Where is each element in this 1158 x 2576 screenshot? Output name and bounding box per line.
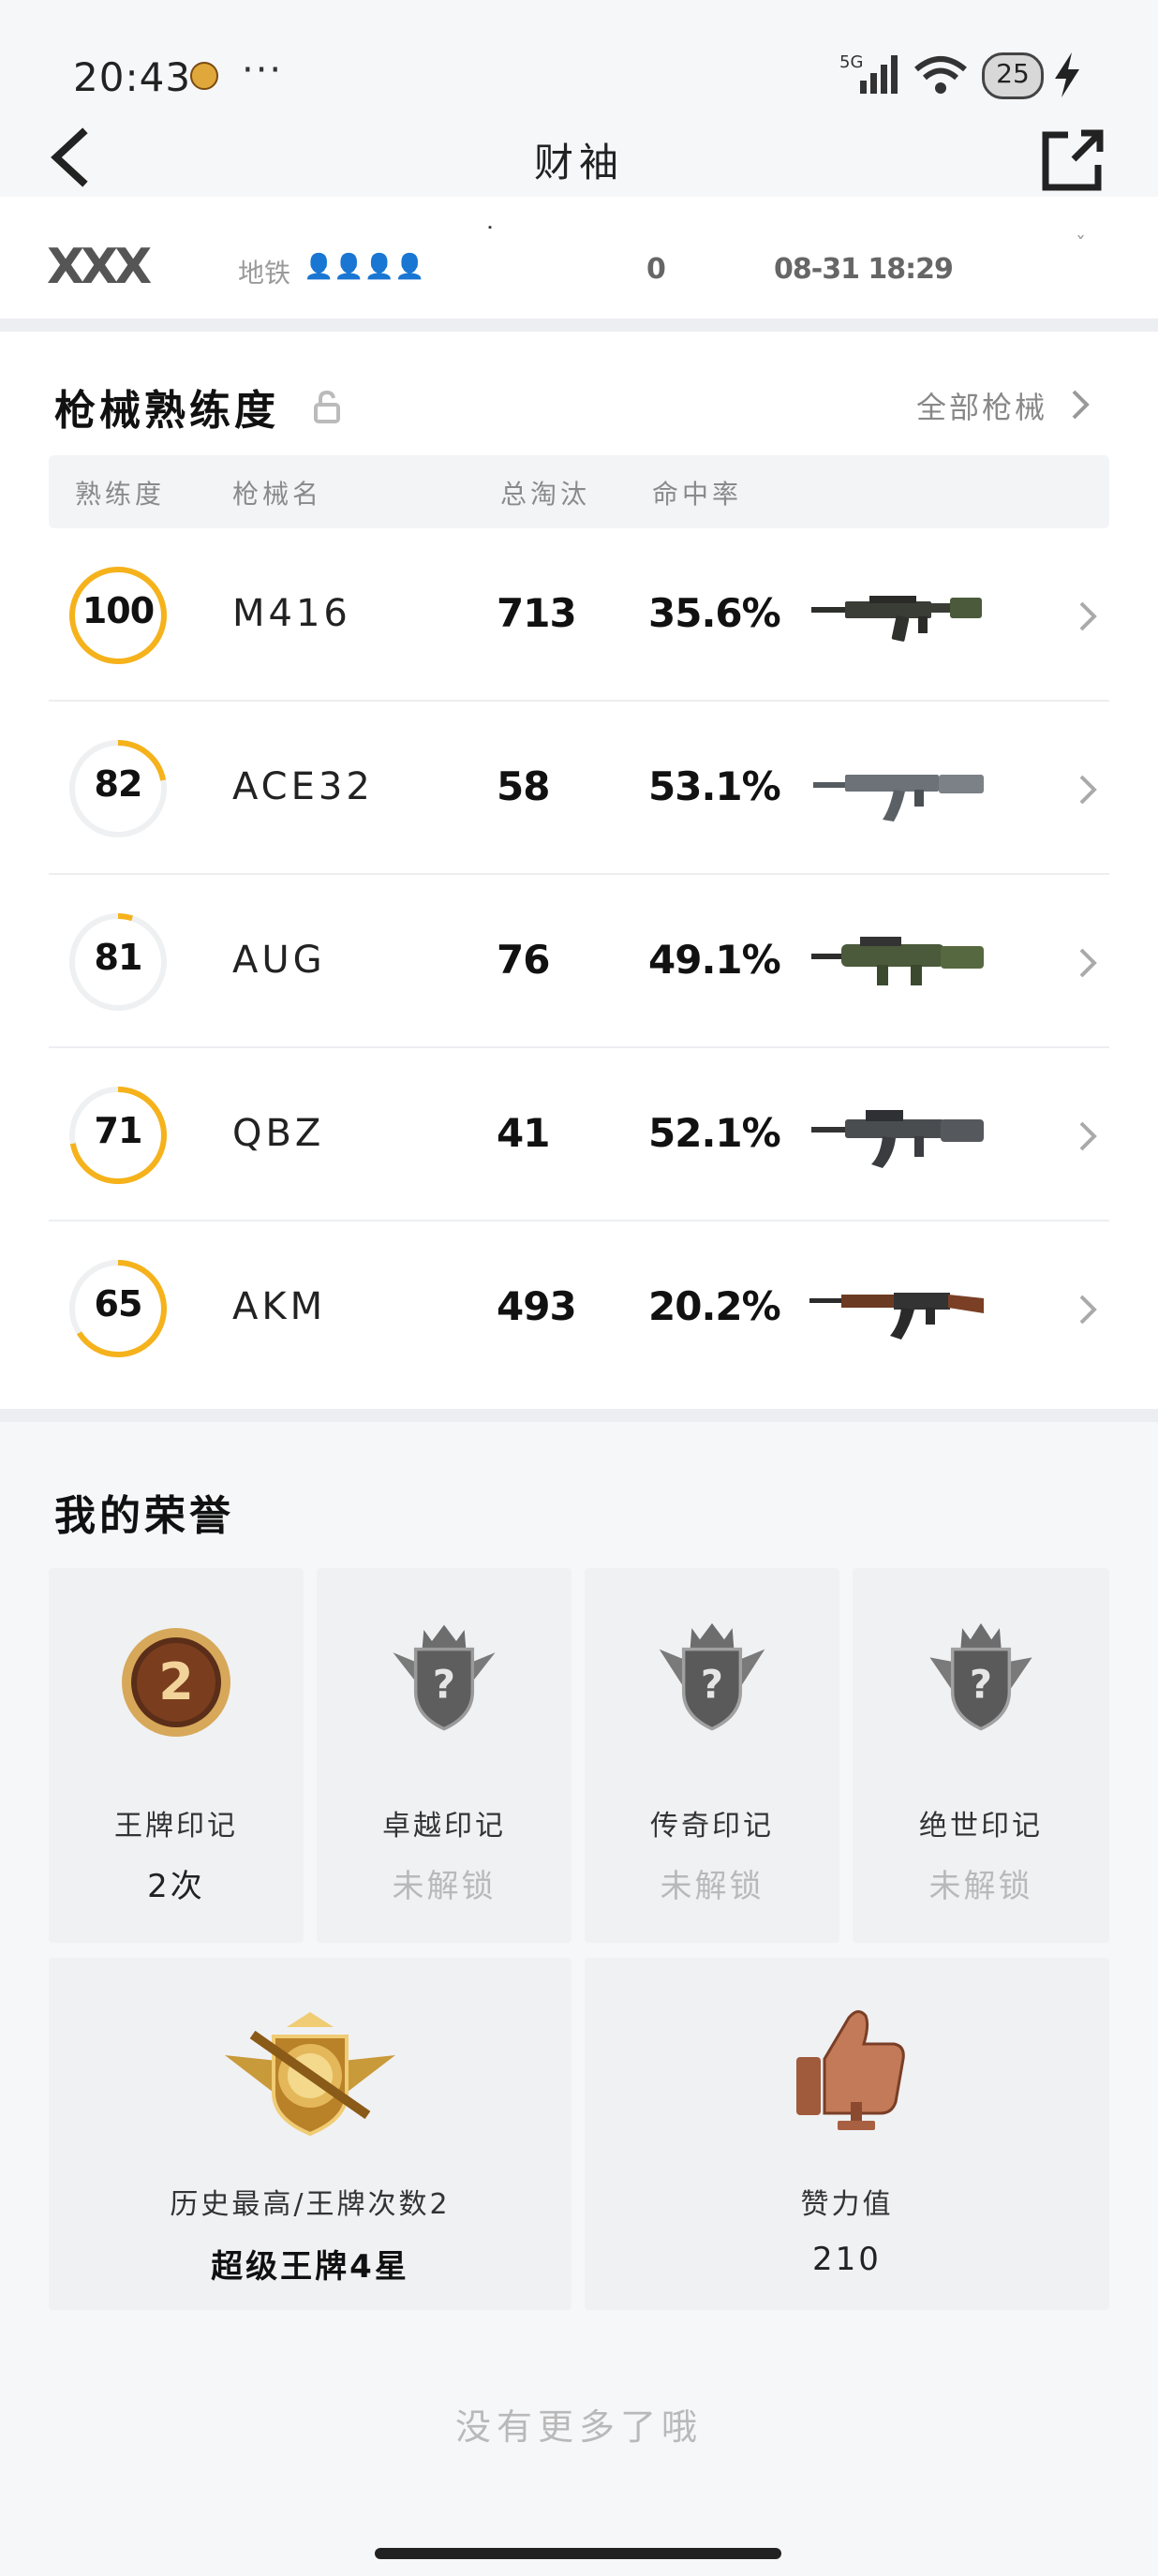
mark-value: 未解锁 [660, 1868, 765, 1905]
proficiency-value: 81 [94, 937, 143, 978]
weapon-row[interactable]: 65 AKM 493 20.2% [49, 1221, 1109, 1395]
m416-rifle-icon [811, 596, 982, 642]
weapon-name: QBZ [232, 1112, 325, 1155]
more-notifications-icon: ··· [242, 49, 284, 92]
badge-number: ? [701, 1662, 723, 1708]
section-divider [0, 1409, 1158, 1422]
weapon-kills: 493 [497, 1283, 577, 1329]
weapon-name: AKM [232, 1285, 327, 1328]
match-time: 08-31 18:29 [774, 253, 954, 286]
proficiency-value: 71 [94, 1110, 143, 1151]
signal-icon [860, 55, 898, 94]
chevron-right-icon[interactable] [1077, 1119, 1098, 1153]
match-record-row[interactable]: XXX 地铁 👤👤👤👤 ˙ 0 08-31 18:29 ˇ [0, 197, 1158, 318]
highest-rank-value: 超级王牌4星 [211, 2248, 409, 2286]
all-weapons-link[interactable]: 全部枪械 [916, 384, 1047, 427]
honor-card-highest-rank[interactable]: 历史最高/王牌次数2 超级王牌4星 [49, 1958, 572, 2310]
share-icon[interactable] [1040, 127, 1106, 193]
weapon-row[interactable]: 100 M416 713 35.6% [49, 528, 1109, 702]
badge-number: ? [433, 1662, 455, 1708]
charging-bolt-icon [1055, 52, 1079, 97]
mark-value: 未解锁 [928, 1868, 1033, 1905]
header-hit-rate: 命中率 [652, 479, 743, 510]
mark-label: 绝世印记 [919, 1810, 1043, 1843]
weapon-kills: 58 [497, 763, 550, 809]
header-proficiency: 熟练度 [75, 479, 166, 510]
mark-label: 王牌印记 [114, 1810, 238, 1843]
match-kills: 0 [646, 253, 666, 286]
honor-card-excellence-mark[interactable]: ? 卓越印记 未解锁 [317, 1568, 572, 1943]
badge-number: ? [970, 1662, 992, 1708]
section-title: 我的荣誉 [54, 1492, 234, 1540]
aug-rifle-icon [811, 937, 984, 985]
honor-card-peerless-mark[interactable]: ? 绝世印记 未解锁 [853, 1568, 1109, 1943]
squad-icon: 👤👤👤👤 [304, 253, 425, 281]
header-name: 枪械名 [232, 479, 323, 510]
weapon-kills: 713 [497, 590, 577, 636]
mark-value: 2次 [147, 1868, 205, 1905]
weapon-name: ACE32 [232, 765, 374, 808]
weapon-hit-rate: 49.1% [648, 937, 781, 983]
status-bar: 20:43 ··· 5G 25 [0, 0, 1158, 122]
mark-value: 未解锁 [392, 1868, 497, 1905]
weapon-row[interactable]: 82 ACE32 58 53.1% [49, 702, 1109, 875]
weapon-hit-rate: 52.1% [648, 1110, 781, 1156]
weapon-name: AUG [232, 939, 326, 982]
mode-name: 地铁 [238, 258, 291, 289]
status-time: 20:43 [73, 54, 192, 100]
weapon-hit-rate: 35.6% [648, 590, 781, 636]
row-chevron-icon: ˇ [1076, 234, 1086, 258]
lock-icon[interactable] [313, 390, 341, 423]
akm-rifle-icon [809, 1293, 984, 1340]
proficiency-value: 65 [94, 1283, 143, 1325]
rank-mark: ˙ [483, 221, 497, 252]
weapon-row[interactable]: 71 QBZ 41 52.1% [49, 1048, 1109, 1221]
weapon-proficiency-section: 枪械熟练度 全部枪械 熟练度 枪械名 总淘汰 命中率 100 M416 713 … [0, 332, 1158, 1409]
peerless-mark-locked-badge-icon: ? [929, 1622, 1032, 1731]
chevron-right-icon[interactable] [1070, 388, 1091, 422]
honor-card-legend-mark[interactable]: ? 传奇印记 未解锁 [585, 1568, 839, 1943]
chevron-right-icon[interactable] [1077, 773, 1098, 807]
weapon-kills: 41 [497, 1110, 550, 1156]
ace32-rifle-icon [813, 775, 984, 822]
header-kills: 总淘汰 [500, 479, 591, 510]
mode-logo: XXX [47, 239, 152, 295]
highest-rank-badge-icon [225, 2012, 395, 2137]
chevron-right-icon[interactable] [1077, 1293, 1098, 1326]
weapon-kills: 76 [497, 937, 550, 983]
no-more-content-note: 没有更多了哦 [454, 2406, 703, 2448]
likes-label: 赞力值 [800, 2188, 894, 2221]
thumbs-up-icon [796, 2010, 905, 2130]
weapon-hit-rate: 53.1% [648, 763, 781, 809]
mark-label: 传奇印记 [650, 1810, 774, 1843]
chevron-right-icon[interactable] [1077, 600, 1098, 633]
likes-value: 210 [812, 2241, 882, 2278]
table-header: 熟练度 枪械名 总淘汰 命中率 [49, 455, 1109, 528]
highest-rank-label: 历史最高/王牌次数2 [170, 2188, 451, 2221]
legend-mark-locked-badge-icon: ? [659, 1622, 765, 1731]
honor-card-ace-mark[interactable]: 2 王牌印记 2次 [49, 1568, 304, 1943]
battery-level: 25 [996, 58, 1030, 89]
section-title: 枪械熟练度 [54, 387, 279, 435]
mark-label: 卓越印记 [382, 1810, 506, 1843]
weapon-row[interactable]: 81 AUG 76 49.1% [49, 875, 1109, 1048]
chevron-right-icon[interactable] [1077, 946, 1098, 980]
proficiency-value: 82 [94, 763, 143, 805]
page-title: 财袖 [533, 140, 624, 185]
wifi-icon [914, 56, 967, 94]
qbz-rifle-icon [811, 1110, 984, 1168]
ace-mark-badge-icon: 2 [122, 1628, 230, 1737]
excellence-mark-locked-badge-icon: ? [393, 1624, 496, 1731]
proficiency-value: 100 [82, 590, 155, 631]
weapon-hit-rate: 20.2% [648, 1283, 781, 1329]
badge-number: 2 [158, 1652, 194, 1711]
app-notification-icon [190, 62, 218, 90]
weapon-name: M416 [232, 592, 351, 635]
home-indicator[interactable] [375, 2548, 781, 2559]
honor-card-likes[interactable]: 赞力值 210 [585, 1958, 1109, 2310]
